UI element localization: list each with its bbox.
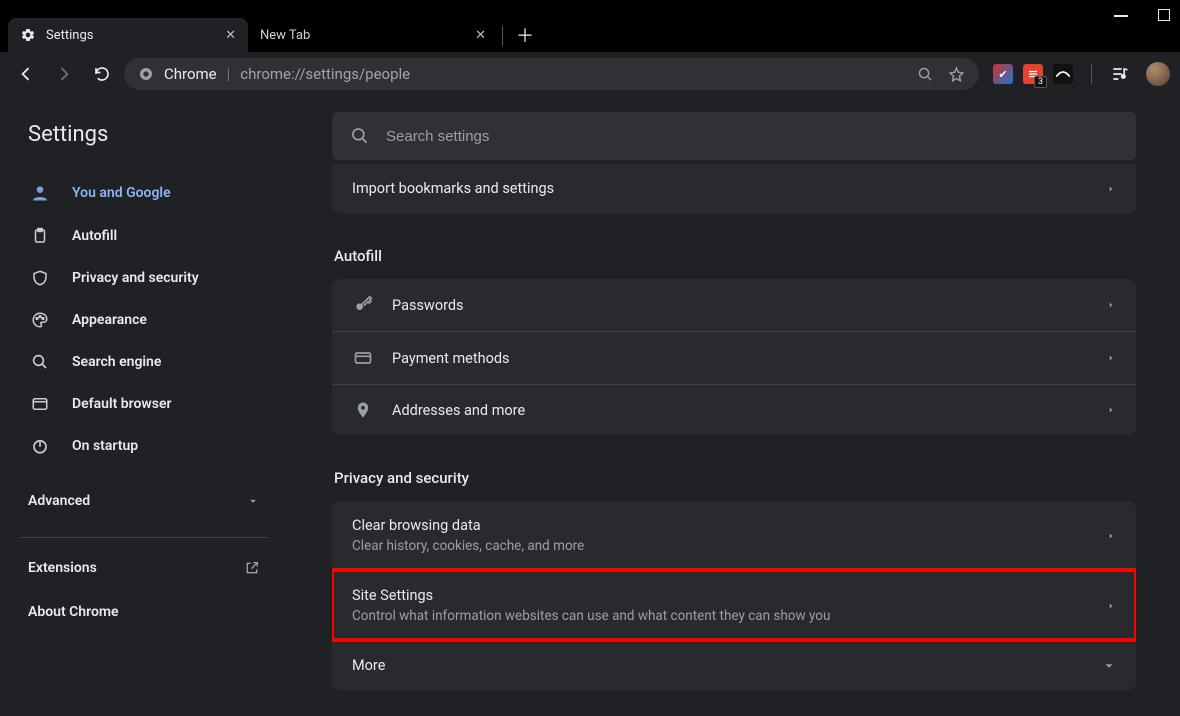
sidebar-item-label: Default browser [72, 396, 172, 412]
power-icon [30, 437, 50, 455]
address-bar[interactable]: Chrome | chrome://settings/people [124, 58, 979, 90]
sidebar-link-label: About Chrome [28, 604, 119, 620]
sidebar-item-privacy[interactable]: Privacy and security [0, 257, 278, 299]
bookmark-star-icon[interactable] [948, 66, 965, 83]
row-title: Payment methods [392, 350, 1088, 367]
key-icon [352, 295, 374, 315]
sidebar-advanced-toggle[interactable]: Advanced [0, 477, 288, 525]
new-tab-button[interactable]: ＋ [511, 21, 539, 49]
chevron-right-icon [1106, 403, 1116, 417]
search-icon [30, 353, 50, 371]
row-title: Clear browsing data [352, 517, 1088, 534]
palette-icon [30, 311, 50, 329]
chevron-right-icon [1106, 599, 1116, 613]
row-import-bookmarks[interactable]: Import bookmarks and settings [332, 164, 1136, 213]
sidebar-divider [20, 537, 268, 538]
sidebar-item-label: Search engine [72, 354, 161, 370]
sidebar-item-search-engine[interactable]: Search engine [0, 341, 278, 383]
window-titlebar [0, 0, 1180, 16]
tab-label: New Tab [260, 28, 310, 43]
settings-search[interactable] [332, 112, 1136, 160]
tab-label: Settings [46, 28, 93, 43]
section-title-autofill: Autofill [334, 247, 1136, 265]
settings-search-input[interactable] [386, 128, 1118, 145]
profile-avatar[interactable] [1146, 62, 1170, 86]
row-title: Addresses and more [392, 402, 1088, 419]
person-icon [30, 183, 50, 203]
row-title: Passwords [392, 297, 1088, 314]
media-control-icon[interactable] [1110, 64, 1130, 84]
sidebar-item-autofill[interactable]: Autofill [0, 215, 278, 257]
extension-badge: 3 [1034, 76, 1047, 88]
credit-card-icon [352, 348, 374, 368]
toolbar-separator [1091, 64, 1092, 84]
sidebar-link-label: Extensions [28, 560, 97, 576]
location-pin-icon [352, 401, 374, 419]
back-button[interactable] [10, 58, 42, 90]
tab-newtab[interactable]: New Tab ✕ [248, 18, 498, 52]
sidebar-item-label: Autofill [72, 228, 117, 244]
row-addresses[interactable]: Addresses and more [332, 384, 1136, 435]
row-more[interactable]: More [332, 640, 1136, 690]
chevron-right-icon [1106, 529, 1116, 543]
sidebar-item-label: Appearance [72, 312, 147, 328]
row-payment-methods[interactable]: Payment methods [332, 331, 1136, 384]
tab-divider [502, 26, 503, 46]
row-title: More [352, 657, 1084, 674]
row-subtitle: Control what information websites can us… [352, 608, 1088, 624]
clipboard-icon [30, 227, 50, 245]
url-scheme-label: Chrome [164, 65, 217, 83]
row-passwords[interactable]: Passwords [332, 279, 1136, 331]
sidebar-item-on-startup[interactable]: On startup [0, 425, 278, 467]
page-title: Settings [0, 116, 288, 171]
chevron-down-icon [1102, 659, 1116, 673]
sidebar-item-default-browser[interactable]: Default browser [0, 383, 278, 425]
row-title: Import bookmarks and settings [352, 180, 1088, 197]
chevron-right-icon [1106, 182, 1116, 196]
row-title: Site Settings [352, 587, 1088, 604]
window-maximize-button[interactable] [1158, 9, 1170, 21]
sidebar-link-about[interactable]: About Chrome [0, 590, 288, 634]
section-title-privacy: Privacy and security [334, 469, 1136, 487]
url-divider: | [227, 65, 231, 83]
close-icon[interactable]: ✕ [225, 28, 236, 43]
sidebar-link-extensions[interactable]: Extensions [0, 546, 288, 590]
shield-icon [30, 269, 50, 287]
settings-main: Import bookmarks and settings Autofill P… [288, 96, 1180, 716]
search-icon [350, 126, 370, 146]
chevron-right-icon [1106, 298, 1116, 312]
tab-settings[interactable]: Settings ✕ [8, 18, 248, 52]
sidebar-item-label: Privacy and security [72, 270, 199, 286]
chevron-down-icon [246, 494, 260, 508]
row-subtitle: Clear history, cookies, cache, and more [352, 538, 1088, 554]
open-external-icon [244, 560, 260, 576]
sidebar-item-label: On startup [72, 438, 138, 454]
url-path: chrome://settings/people [240, 65, 410, 83]
browser-window-icon [30, 395, 50, 413]
settings-sidebar: Settings You and Google Autofill Privacy… [0, 96, 288, 716]
reload-button[interactable] [86, 58, 118, 90]
extension-icon[interactable]: ✔ [993, 64, 1013, 84]
close-icon[interactable]: ✕ [475, 28, 486, 43]
toolbar: Chrome | chrome://settings/people ✔ 3 [0, 52, 1180, 96]
tab-strip: Settings ✕ New Tab ✕ ＋ [0, 16, 1180, 52]
row-clear-browsing-data[interactable]: Clear browsing data Clear history, cooki… [332, 501, 1136, 570]
sidebar-advanced-label: Advanced [28, 493, 90, 509]
sidebar-item-appearance[interactable]: Appearance [0, 299, 278, 341]
gear-icon [20, 27, 36, 43]
sidebar-item-you-and-google[interactable]: You and Google [0, 171, 278, 215]
sidebar-item-label: You and Google [72, 185, 171, 201]
row-site-settings[interactable]: Site Settings Control what information w… [332, 570, 1136, 640]
forward-button[interactable] [48, 58, 80, 90]
zoom-search-icon[interactable] [917, 66, 934, 83]
window-minimize-button[interactable] [1114, 15, 1128, 17]
extension-todoist-icon[interactable]: 3 [1023, 64, 1043, 84]
chevron-right-icon [1106, 351, 1116, 365]
extension-icon[interactable] [1053, 64, 1073, 84]
chrome-page-icon [138, 66, 154, 82]
